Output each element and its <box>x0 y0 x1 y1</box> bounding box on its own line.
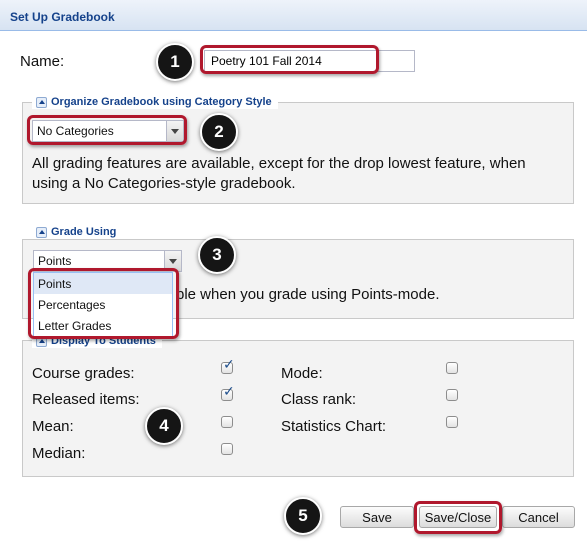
save-button[interactable]: Save <box>340 506 414 528</box>
released-items-checkbox[interactable] <box>221 384 235 401</box>
callout-badge-5: 5 <box>284 497 322 535</box>
released-items-label: Released items: <box>32 391 140 408</box>
save-close-highlight <box>414 501 502 534</box>
display-to-students-fieldset <box>22 340 574 477</box>
statistics-chart-checkbox[interactable] <box>446 416 458 428</box>
name-label: Name: <box>20 53 65 70</box>
course-grades-checkbox[interactable] <box>221 357 235 374</box>
callout-badge-3: 3 <box>198 236 236 274</box>
mode-label: Mode: <box>281 365 323 382</box>
name-input-highlight <box>200 45 379 74</box>
category-style-description: All grading features are available, exce… <box>32 154 572 194</box>
grade-using-selected: Points <box>38 254 72 268</box>
grade-using-description: ble when you grade using Points-mode. <box>176 286 440 303</box>
panel-header: Set Up Gradebook <box>0 0 587 31</box>
mode-checkbox[interactable] <box>446 362 458 374</box>
median-label: Median: <box>32 445 86 462</box>
callout-badge-1: 1 <box>156 43 194 81</box>
median-checkbox[interactable] <box>221 443 233 455</box>
grade-using-legend: Grade Using <box>32 225 123 239</box>
panel-title: Set Up Gradebook <box>10 10 115 24</box>
callout-badge-4: 4 <box>145 407 183 445</box>
callout-badge-2: 2 <box>200 113 238 151</box>
category-select-highlight <box>27 115 187 145</box>
category-style-legend: Organize Gradebook using Category Style <box>32 95 278 109</box>
mean-label: Mean: <box>32 418 74 435</box>
category-description-line-2: using a No Categories-style gradebook. <box>32 175 296 192</box>
class-rank-label: Class rank: <box>281 391 357 408</box>
course-grades-label: Course grades: <box>32 365 135 382</box>
grade-options-highlight <box>28 268 179 339</box>
class-rank-checkbox[interactable] <box>446 389 458 401</box>
grade-using-legend-label: Grade Using <box>51 226 117 238</box>
mean-checkbox[interactable] <box>221 416 233 428</box>
cancel-button[interactable]: Cancel <box>502 506 575 528</box>
category-style-legend-label: Organize Gradebook using Category Style <box>51 96 272 108</box>
collapse-up-icon[interactable] <box>36 96 47 108</box>
statistics-chart-label: Statistics Chart: <box>281 418 387 435</box>
collapse-up-icon[interactable] <box>36 226 47 238</box>
category-description-line-1: All grading features are available, exce… <box>32 155 526 172</box>
